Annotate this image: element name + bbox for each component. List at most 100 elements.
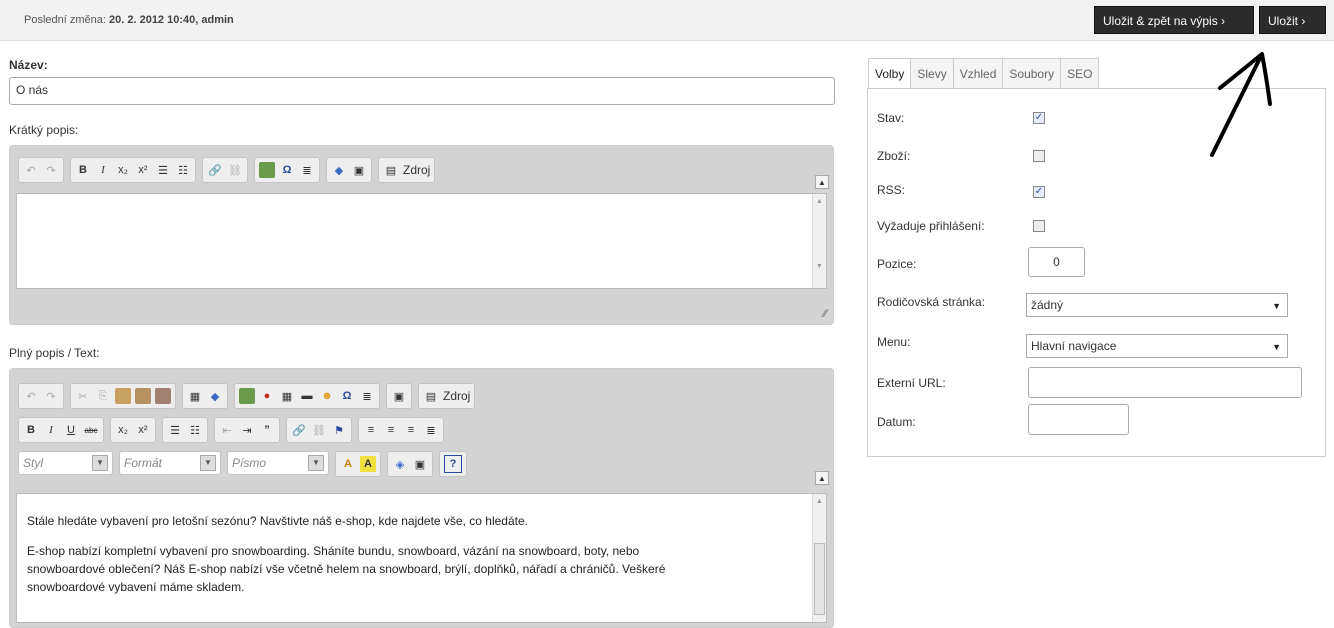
tab-slevy[interactable]: Slevy (910, 58, 954, 89)
help-icon[interactable]: ? (444, 455, 462, 473)
font-dropdown-label: Písmo (232, 456, 267, 470)
redo-icon[interactable]: ↷ (43, 162, 59, 178)
link-group: 🔗 ⛓ (202, 157, 248, 183)
preview-icon[interactable]: ▣ (391, 388, 407, 404)
preview-icon[interactable]: ▣ (351, 162, 367, 178)
name-input[interactable]: O nás (9, 77, 835, 105)
datum-input[interactable] (1028, 404, 1129, 435)
underline-icon[interactable]: U (63, 422, 79, 438)
save-button[interactable]: Uložit › (1259, 6, 1326, 34)
source-group: ▤ Zdroj (378, 157, 436, 183)
special-char-icon[interactable]: Ω (339, 388, 355, 404)
full-editor-toolbar-row-1: ↶ ↷ ✂ ⎘ ▦ ◆ ● ▦ ▬ ☻ Ω ≣ ▣ ▤ Zdroj (18, 383, 476, 409)
source-button[interactable]: Zdroj (443, 389, 470, 403)
maximize-icon[interactable]: ◈ (392, 456, 408, 472)
text-color-icon[interactable]: A (340, 456, 356, 472)
tab-soubory[interactable]: Soubory (1002, 58, 1062, 89)
source-icon: ▤ (385, 164, 397, 177)
content-paragraph-2: E-shop nabízí kompletní vybavení pro sno… (27, 544, 666, 594)
editor-collapse-button[interactable]: ▲ (815, 175, 829, 189)
copy-icon[interactable]: ⎘ (95, 388, 111, 404)
subscript-icon[interactable]: x₂ (115, 422, 131, 438)
strikethrough-icon[interactable]: abc (83, 422, 99, 438)
table-icon[interactable]: ▦ (279, 388, 295, 404)
eraser-icon[interactable]: ◆ (331, 162, 347, 178)
paste-text-icon[interactable] (135, 388, 151, 404)
full-description-editor: ↶ ↷ ✂ ⎘ ▦ ◆ ● ▦ ▬ ☻ Ω ≣ ▣ ▤ Zdroj B I U … (9, 368, 834, 628)
smiley-icon[interactable]: ☻ (319, 388, 335, 404)
parent-page-select[interactable]: žádný ▼ (1026, 293, 1288, 317)
paste-icon[interactable] (115, 388, 131, 404)
pozice-label: Pozice: (877, 257, 917, 271)
align-justify-icon[interactable]: ≣ (423, 422, 439, 438)
indent-icon[interactable]: ⇥ (239, 422, 255, 438)
zbozi-checkbox[interactable] (1033, 150, 1045, 162)
stav-label: Stav: (877, 111, 905, 125)
select-all-icon[interactable]: ▦ (187, 388, 203, 404)
tab-volby[interactable]: Volby (868, 58, 912, 90)
bold-icon[interactable]: B (23, 422, 39, 438)
redo-icon[interactable]: ↷ (43, 388, 59, 404)
image-icon[interactable] (239, 388, 255, 404)
scrollbar-thumb[interactable] (814, 543, 825, 615)
align-right-icon[interactable]: ≡ (403, 422, 419, 438)
bullet-list-icon[interactable]: ☷ (175, 162, 191, 178)
source-button[interactable]: Zdroj (403, 163, 430, 177)
stav-checkbox[interactable]: ✓ (1033, 112, 1045, 124)
link-icon[interactable]: 🔗 (291, 422, 307, 438)
save-and-back-button[interactable]: Uložit & zpět na výpis › (1094, 6, 1254, 34)
top-bar: Poslední změna: 20. 2. 2012 10:40, admin… (0, 0, 1334, 41)
page-break-icon[interactable]: ≣ (299, 162, 315, 178)
paste-word-icon[interactable] (155, 388, 171, 404)
background-color-icon[interactable]: A (360, 456, 376, 472)
undo-icon[interactable]: ↶ (23, 162, 39, 178)
full-editor-scrollbar[interactable]: ▲ (812, 494, 826, 622)
show-blocks-icon[interactable]: ▣ (412, 456, 428, 472)
subscript-icon[interactable]: x₂ (115, 162, 131, 178)
full-description-textarea[interactable]: Stále hledáte vybavení pro letošní sezón… (16, 493, 827, 623)
page-break-icon[interactable]: ≣ (359, 388, 375, 404)
unlink-icon[interactable]: ⛓ (227, 162, 243, 178)
tab-seo[interactable]: SEO (1060, 58, 1100, 89)
short-description-textarea[interactable]: ▲ ▼ (16, 193, 827, 289)
numbered-list-icon[interactable]: ☰ (167, 422, 183, 438)
eraser-icon[interactable]: ◆ (207, 388, 223, 404)
italic-icon[interactable]: I (43, 422, 59, 438)
anchor-flag-icon[interactable]: ⚑ (331, 422, 347, 438)
numbered-list-icon[interactable]: ☰ (155, 162, 171, 178)
link-icon[interactable]: 🔗 (207, 162, 223, 178)
special-char-icon[interactable]: Ω (279, 162, 295, 178)
undo-icon[interactable]: ↶ (23, 388, 39, 404)
login-required-checkbox[interactable] (1033, 220, 1045, 232)
undo-redo-group: ↶ ↷ (18, 383, 64, 409)
short-editor-scrollbar[interactable]: ▲ ▼ (812, 194, 826, 288)
image-icon[interactable] (259, 162, 275, 178)
pozice-input[interactable]: 0 (1028, 247, 1085, 277)
outdent-icon[interactable]: ⇤ (219, 422, 235, 438)
menu-select[interactable]: Hlavní navigace ▼ (1026, 334, 1288, 358)
chevron-down-icon: ▼ (92, 455, 108, 471)
blockquote-icon[interactable]: ” (259, 422, 275, 438)
format-dropdown[interactable]: Formát ▼ (119, 451, 221, 475)
bold-icon[interactable]: B (75, 162, 91, 178)
bullet-list-icon[interactable]: ☷ (187, 422, 203, 438)
style-dropdown-label: Styl (23, 456, 44, 470)
style-dropdown[interactable]: Styl ▼ (18, 451, 113, 475)
flash-icon[interactable]: ● (259, 388, 275, 404)
cut-icon[interactable]: ✂ (75, 388, 91, 404)
italic-icon[interactable]: I (95, 162, 111, 178)
resize-handle[interactable]: ⁄⁄ (823, 308, 827, 320)
editor-collapse-button[interactable]: ▲ (815, 471, 829, 485)
horizontal-rule-icon[interactable]: ▬ (299, 388, 315, 404)
font-dropdown[interactable]: Písmo ▼ (227, 451, 329, 475)
full-editor-toolbar-row-3: Styl ▼ Formát ▼ Písmo ▼ A A ◈ ▣ ? (18, 451, 467, 477)
align-left-icon[interactable]: ≡ (363, 422, 379, 438)
tab-vzhled[interactable]: Vzhled (952, 58, 1004, 89)
external-url-input[interactable] (1028, 367, 1302, 398)
superscript-icon[interactable]: x² (135, 422, 151, 438)
rss-checkbox[interactable]: ✓ (1033, 186, 1045, 198)
extra-group: ◈ ▣ (387, 451, 433, 477)
align-center-icon[interactable]: ≡ (383, 422, 399, 438)
unlink-icon[interactable]: ⛓ (311, 422, 327, 438)
superscript-icon[interactable]: x² (135, 162, 151, 178)
